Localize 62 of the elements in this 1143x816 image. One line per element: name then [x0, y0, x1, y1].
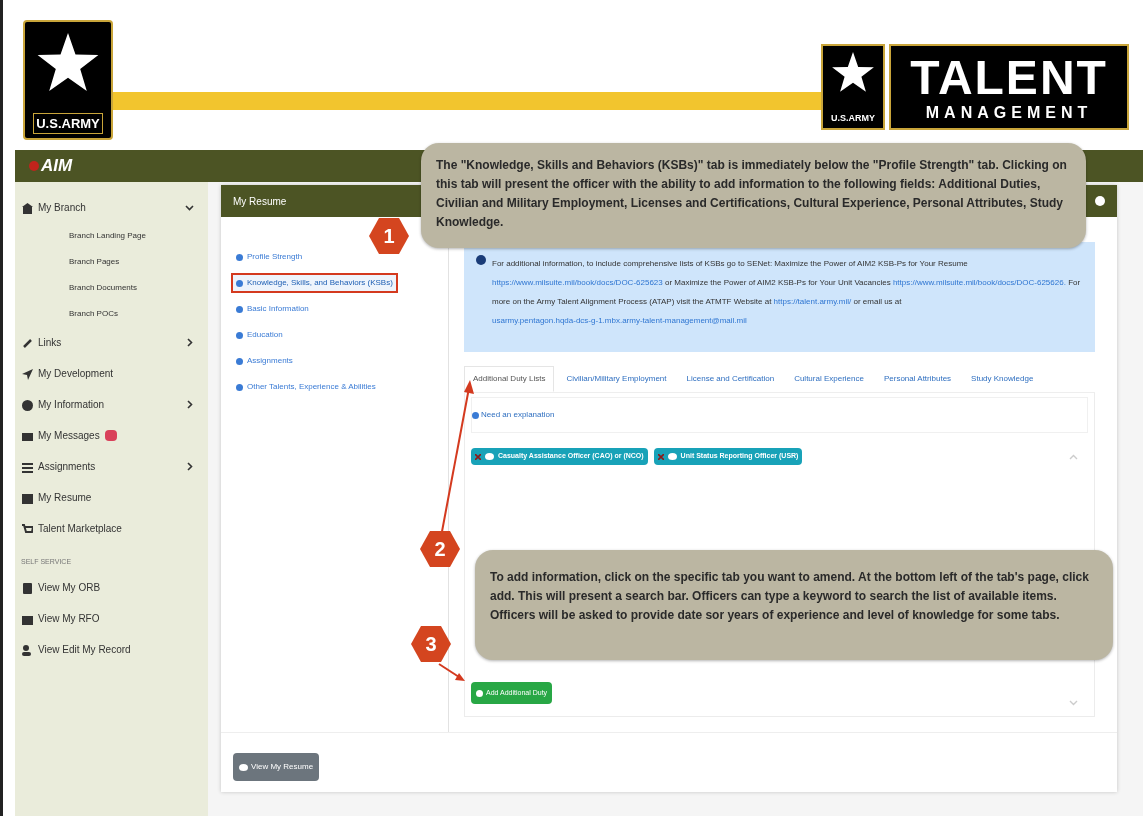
- dot-icon: [236, 331, 243, 339]
- tab[interactable]: Personal Attributes: [875, 366, 960, 392]
- sidebar-item[interactable]: My Messages: [21, 420, 194, 451]
- sidebar-item[interactable]: My Branch: [21, 192, 194, 223]
- cart-icon: [21, 522, 33, 535]
- eye-icon: [485, 453, 494, 460]
- tab[interactable]: License and Certification: [678, 366, 783, 392]
- sidebar-item[interactable]: View My RFO: [21, 603, 194, 634]
- tab[interactable]: Study Knowledge: [963, 366, 1042, 392]
- resume-nav-item[interactable]: Other Talents, Experience & Abilities: [231, 377, 381, 397]
- callout: The "Knowledge, Skills and Behaviors (KSBs)" tab is immediately below the "Profile Strength" tab. Clicking on this tab will present the officer with the ability to add information to the following fields: Additional Duties, Civilian and Military Employment, Licenses and Certifications, Cultural Experience, Personal Attributes, Study Knowledge.: [421, 143, 1086, 248]
- sidebar-item[interactable]: My Development: [21, 358, 194, 389]
- resume-nav-item[interactable]: Basic Information: [231, 299, 314, 319]
- resume-nav-item[interactable]: Education: [231, 325, 288, 345]
- sidebar-item[interactable]: Assignments: [21, 451, 194, 482]
- callout: To add information, click on the specific tab you want to amend. At the bottom left of the tab's page, click add. This will present a search bar. Officers can type a keyword to search the list of available items. Officers will be asked to provide date sor years of experience and level of knowledge for some tabs.: [475, 550, 1113, 660]
- info-link[interactable]: usarmy.pentagon.hqda-dcs-g-1.mbx.army-talent-management@mail.mil: [492, 316, 747, 325]
- sidebar-item[interactable]: My Resume: [21, 482, 194, 513]
- list-icon: [21, 460, 33, 473]
- info-text: For additional information, to include comprehensive lists of KSBs go to SENet: Maximize the Power of AIM2 KSB-Ps for Your Resume https://www.milsuite.mil/book/docs/DOC-625623 or Maximize the Power of AIM2 KSB-Ps for Your Unit Vacancies https://www.milsuite.mil/book/docs/DOC-625626. For more on the Army Talent Alignment Process (ATAP) visit the ATMTF Website at https://talent.army.mil/ or email us at usarmy.pentagon.hqda-dcs-g-1.mbx.army-talent-management@mail.mil: [492, 258, 1082, 327]
- dot-icon: [236, 253, 243, 261]
- sidebar-item[interactable]: Links: [21, 327, 194, 358]
- eye-icon: [239, 763, 248, 771]
- close-icon: [475, 453, 481, 460]
- dot-icon: [29, 161, 39, 171]
- tab[interactable]: Additional Duty Lists: [464, 366, 555, 392]
- question-icon: [472, 411, 479, 419]
- info-link[interactable]: https://talent.army.mil/: [773, 297, 852, 306]
- sidebar-subitem[interactable]: Branch POCs: [21, 301, 194, 327]
- resume-nav-item[interactable]: Knowledge, Skills, and Behaviors (KSBs): [231, 273, 398, 293]
- document-icon: [21, 581, 33, 594]
- tab[interactable]: Cultural Experience: [786, 366, 872, 392]
- chevron-down-icon: [1069, 700, 1078, 706]
- send-icon: [21, 367, 33, 380]
- app-title: AIM: [41, 155, 73, 178]
- sidebar-subitem[interactable]: Branch Pages: [21, 249, 194, 275]
- logo-text: U.S.ARMY: [33, 112, 103, 134]
- info-link[interactable]: https://www.milsuite.mil/book/docs/DOC-625623: [492, 278, 663, 287]
- view-resume-button[interactable]: View My Resume: [233, 753, 320, 781]
- annotation-arrow: [438, 663, 465, 681]
- dot-icon: [236, 383, 243, 391]
- chevron-up-icon: [1069, 453, 1078, 460]
- talent-management-logo: U.S.ARMY TALENT MANAGEMENT: [821, 44, 1129, 130]
- sidebar-subitem[interactable]: Branch Landing Page: [21, 223, 194, 249]
- building-icon: [21, 201, 33, 214]
- eye-icon: [667, 453, 677, 460]
- sidebar-item[interactable]: View My ORB: [21, 572, 194, 603]
- resume-nav-item[interactable]: Profile Strength: [231, 247, 308, 267]
- dot-icon: [236, 279, 243, 287]
- sidebar-subitem[interactable]: Branch Documents: [21, 275, 194, 301]
- user-icon: [21, 643, 33, 656]
- sidebar-item[interactable]: My Information: [21, 389, 194, 420]
- resume-nav-item[interactable]: Assignments: [231, 351, 298, 371]
- dot-icon: [236, 305, 243, 313]
- help-link[interactable]: Need an explanation: [472, 409, 555, 421]
- close-icon: [657, 453, 664, 460]
- sidebar-item[interactable]: View Edit My Record: [21, 634, 194, 665]
- sidebar-item[interactable]: Talent Marketplace: [21, 513, 194, 544]
- info-link[interactable]: https://www.milsuite.mil/book/docs/DOC-625626.: [892, 278, 1066, 287]
- dot-icon: [236, 357, 243, 365]
- card-title: My Resume: [233, 194, 287, 209]
- tab[interactable]: Civilian/Military Employment: [558, 366, 675, 392]
